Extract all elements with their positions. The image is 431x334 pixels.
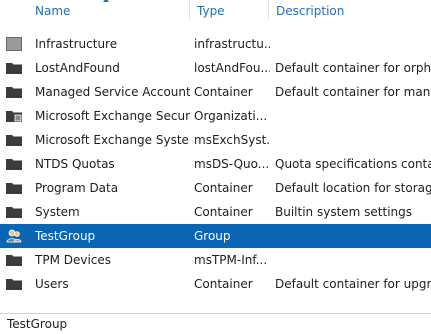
group-icon [6, 229, 22, 243]
item-description: Default container for upgr... [275, 277, 431, 291]
item-name: Managed Service Accounts [35, 85, 190, 99]
item-description [275, 128, 431, 152]
item-name: Microsoft Exchange Securi... [35, 109, 190, 123]
list-item[interactable]: System Container Builtin system settings [0, 200, 431, 224]
item-name: LostAndFound [35, 61, 120, 75]
list-item[interactable]: LostAndFound lostAndFou... Default conta… [0, 56, 431, 80]
column-header-type[interactable]: Type [197, 0, 225, 20]
item-description [275, 248, 431, 272]
item-type: msExchSyst... [194, 133, 270, 147]
list-item[interactable]: Users Container Default container for up… [0, 272, 431, 296]
item-name: TPM Devices [35, 253, 112, 267]
folder-icon [6, 279, 22, 290]
column-header-description[interactable]: Description [276, 0, 344, 20]
item-description [275, 32, 431, 56]
item-description: Default container for orph... [275, 61, 431, 75]
item-type: Container [194, 85, 253, 99]
item-description: Default location for storag... [275, 181, 431, 195]
list-item-selected[interactable]: TestGroup Group [0, 224, 431, 248]
domain-object-icon [6, 37, 22, 51]
list-item[interactable]: Microsoft Exchange Syste... msExchSyst..… [0, 128, 431, 152]
list-item[interactable]: Infrastructure infrastructu... [0, 32, 431, 56]
list-item[interactable]: NTDS Quotas msDS-Quo... Quota specificat… [0, 152, 431, 176]
item-name: Infrastructure [35, 37, 118, 51]
folder-icon [6, 63, 22, 74]
item-type: Container [194, 181, 253, 195]
object-list: Infrastructure infrastructu... LostAndFo… [0, 32, 431, 296]
folder-icon [6, 255, 22, 266]
item-name: TestGroup [35, 229, 96, 243]
item-type: Container [194, 277, 253, 291]
folder-icon [6, 183, 22, 194]
item-type: Organizati... [194, 109, 268, 123]
status-text: TestGroup [7, 317, 68, 331]
item-type: Container [194, 205, 253, 219]
column-divider[interactable] [268, 0, 269, 20]
list-item[interactable]: Microsoft Exchange Securi... Organizati.… [0, 104, 431, 128]
column-header-bar: Name Type Description [0, 0, 431, 20]
item-type: infrastructu... [194, 37, 270, 51]
item-description [275, 224, 431, 248]
item-name: Program Data [35, 181, 119, 195]
organization-icon [6, 111, 22, 122]
item-description [275, 104, 431, 128]
folder-icon [6, 159, 22, 170]
item-name: NTDS Quotas [35, 157, 115, 171]
item-description: Builtin system settings [275, 205, 413, 219]
column-header-name[interactable]: Name [35, 0, 70, 20]
status-bar: TestGroup [0, 313, 431, 333]
folder-icon [6, 87, 22, 98]
item-type: Group [194, 229, 231, 243]
item-type: lostAndFou... [194, 61, 270, 75]
item-description: Quota specifications conta... [275, 157, 431, 171]
list-item[interactable]: TPM Devices msTPM-Inf... [0, 248, 431, 272]
item-type: msTPM-Inf... [194, 253, 268, 267]
folder-icon [6, 207, 22, 218]
folder-icon [6, 135, 22, 146]
item-name: System [35, 205, 80, 219]
item-description: Default container for man... [275, 85, 431, 99]
column-divider[interactable] [189, 0, 190, 20]
list-item[interactable]: Program Data Container Default location … [0, 176, 431, 200]
item-name: Microsoft Exchange Syste... [35, 133, 190, 147]
item-type: msDS-Quo... [194, 157, 270, 171]
list-item[interactable]: Managed Service Accounts Container Defau… [0, 80, 431, 104]
item-name: Users [35, 277, 69, 291]
sort-ascending-icon [103, 0, 109, 2]
